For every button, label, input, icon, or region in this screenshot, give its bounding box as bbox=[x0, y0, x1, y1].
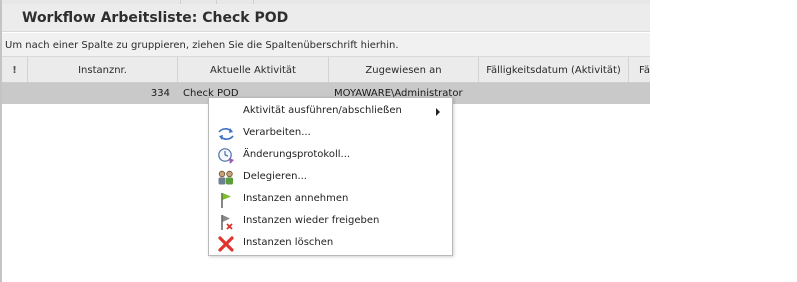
menu-item-label: Instanzen annehmen bbox=[243, 193, 349, 204]
menu-item-label: Aktivität ausführen/abschließen bbox=[243, 105, 402, 116]
process-icon bbox=[217, 125, 235, 143]
row-context-menu: Aktivität ausführen/abschließen Verarbei… bbox=[208, 97, 453, 256]
menu-item-execute-activity[interactable]: Aktivität ausführen/abschließen bbox=[211, 101, 450, 123]
menu-item-label: Instanzen wieder freigeben bbox=[243, 215, 380, 226]
cell-instance-number: 334 bbox=[150, 88, 170, 99]
menu-item-process[interactable]: Verarbeiten... bbox=[211, 123, 450, 145]
column-header-assigned-to[interactable]: Zugewiesen an bbox=[329, 57, 479, 82]
green-flag-icon bbox=[217, 191, 235, 209]
page-title: Workflow Arbeitsliste: Check POD bbox=[22, 10, 289, 26]
menu-item-accept-instances[interactable]: Instanzen annehmen bbox=[211, 189, 450, 211]
column-header-due-date-activity[interactable]: Fälligkeitsdatum (Aktivität) bbox=[479, 57, 629, 82]
menu-item-delete-instances[interactable]: Instanzen löschen bbox=[211, 233, 450, 255]
column-header-truncated-due-date[interactable]: Fä bbox=[629, 57, 650, 82]
menu-item-label: Delegieren... bbox=[243, 171, 307, 182]
flag-release-icon bbox=[217, 213, 235, 231]
group-by-hint: Um nach einer Spalte zu gruppieren, zieh… bbox=[5, 40, 399, 51]
submenu-arrow-icon bbox=[436, 108, 440, 116]
column-header-instance-number[interactable]: Instanznr. bbox=[28, 57, 178, 82]
grid-header-row: ! Instanznr. Aktuelle Aktivität Zugewies… bbox=[2, 57, 650, 83]
menu-item-label: Instanzen löschen bbox=[243, 237, 334, 248]
delegate-users-icon bbox=[217, 169, 235, 187]
column-header-current-activity[interactable]: Aktuelle Aktivität bbox=[178, 57, 329, 82]
menu-item-delegate[interactable]: Delegieren... bbox=[211, 167, 450, 189]
menu-item-label: Verarbeiten... bbox=[243, 127, 311, 138]
red-x-delete-icon bbox=[217, 235, 235, 253]
menu-item-release-instances[interactable]: Instanzen wieder freigeben bbox=[211, 211, 450, 233]
history-clock-icon bbox=[217, 147, 235, 165]
group-by-panel[interactable]: Um nach einer Spalte zu gruppieren, zieh… bbox=[2, 33, 650, 57]
worklist-title-bar: Workflow Arbeitsliste: Check POD bbox=[2, 4, 650, 32]
menu-item-label: Änderungsprotokoll... bbox=[243, 149, 351, 160]
menu-item-change-log[interactable]: Änderungsprotokoll... bbox=[211, 145, 450, 167]
column-header-priority[interactable]: ! bbox=[2, 57, 28, 82]
